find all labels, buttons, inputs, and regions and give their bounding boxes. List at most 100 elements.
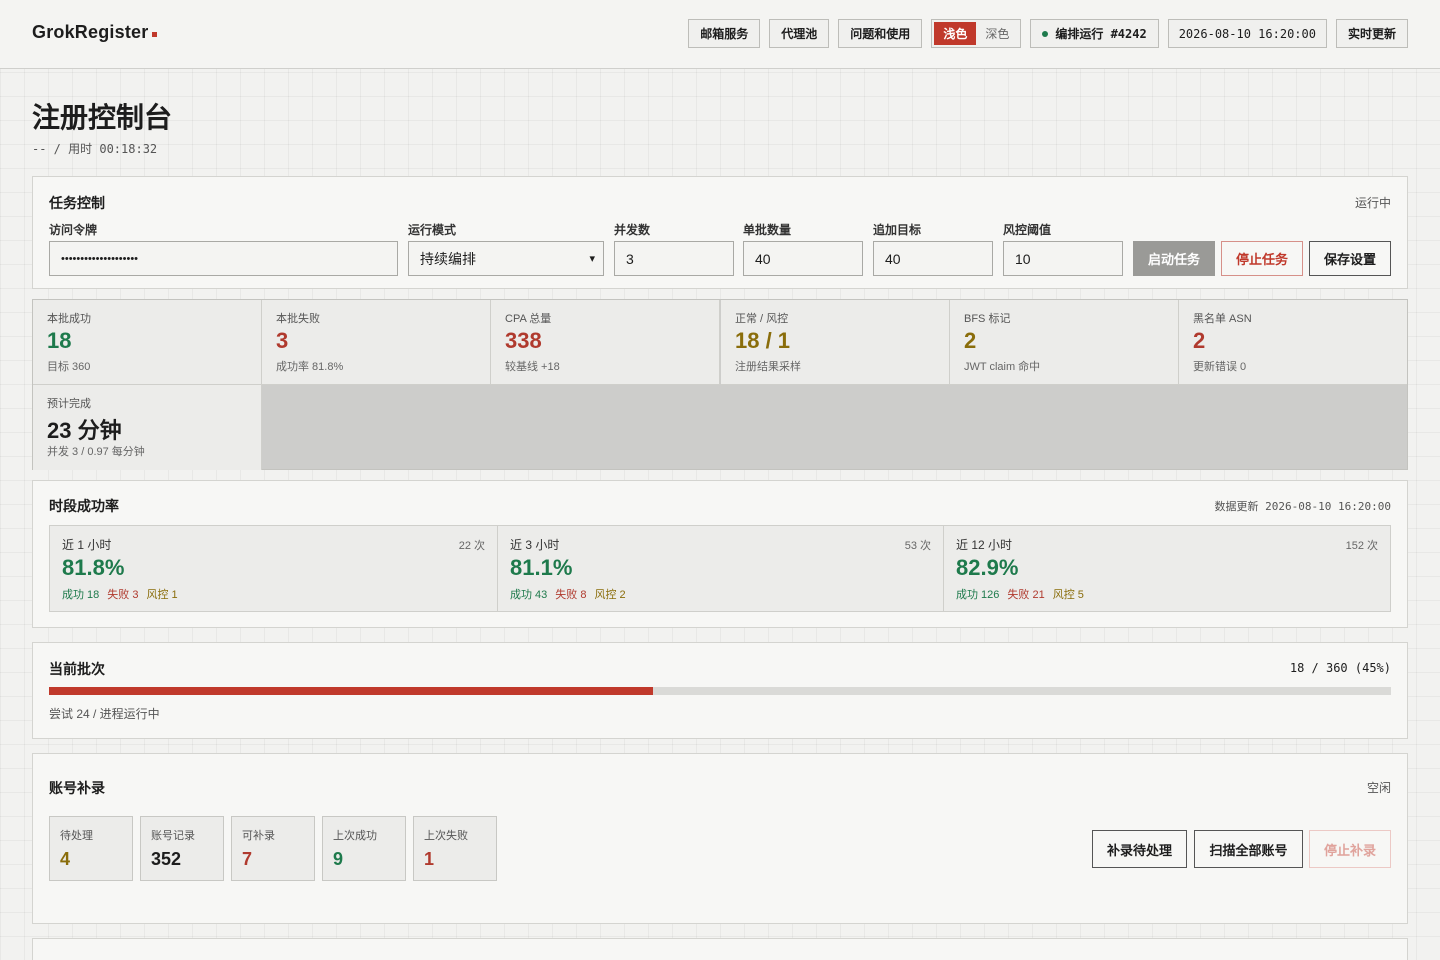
risk-threshold-input[interactable]: 10 <box>1003 241 1123 276</box>
target-input[interactable]: 40 <box>873 241 993 276</box>
period-fail: 失败 21 <box>1007 589 1045 601</box>
current-batch-title: 当前批次 <box>49 661 105 677</box>
page-subtitle: -- / 用时 00:18:32 <box>32 142 158 156</box>
period-rate: 81.1% <box>510 555 573 580</box>
stop-backfill-button[interactable]: 停止补录 <box>1309 830 1391 868</box>
period-count: 152 次 <box>1345 540 1378 552</box>
target-label: 追加目标 <box>873 223 922 237</box>
concurrency-label: 并发数 <box>614 223 651 237</box>
stat-sub: 较基线 +18 <box>505 361 560 373</box>
stat-sub: 并发 3 / 0.97 每分钟 <box>47 446 145 458</box>
acc-last-fail: 上次失败 1 <box>413 816 497 881</box>
page-title: 注册控制台 <box>32 102 173 133</box>
period-fail: 失败 8 <box>555 589 587 601</box>
account-backfill-card: 账号补录 空闲 待处理 4 账号记录 352 可补录 7 上次成功 9 上次失败… <box>32 753 1408 924</box>
acc-label: 可补录 <box>242 830 275 842</box>
period-detail: 成功 126 失败 21 风控 5 <box>956 586 1092 602</box>
stat-sub: 成功率 81.8% <box>276 361 344 373</box>
stat-value: 2 <box>1193 328 1206 353</box>
period-rate: 81.8% <box>62 555 125 580</box>
save-settings-button[interactable]: 保存设置 <box>1309 241 1391 276</box>
brand-name: GrokRegister <box>32 22 149 42</box>
acc-value: 352 <box>151 849 182 869</box>
brand-logo[interactable]: GrokRegister <box>32 22 158 43</box>
period-success-title: 时段成功率 <box>49 498 119 514</box>
batch-progress-bar <box>49 687 1391 695</box>
batch-size-input[interactable]: 40 <box>743 241 863 276</box>
task-control-card: 任务控制 运行中 访问令牌 •••••••••••••••••••• 运行模式 … <box>32 176 1408 289</box>
acc-label: 上次成功 <box>333 830 377 842</box>
period-rate: 82.9% <box>956 555 1019 580</box>
stop-task-button[interactable]: 停止任务 <box>1221 241 1303 276</box>
current-batch-card: 当前批次 18 / 360 (45%) 尝试 24 / 进程运行中 <box>32 642 1408 739</box>
stat-label: CPA 总量 <box>505 313 552 325</box>
theme-toggle: 浅色 深色 <box>931 19 1022 48</box>
stat-label: 正常 / 风控 <box>735 313 789 325</box>
acc-pending: 待处理 4 <box>49 816 133 881</box>
period-detail: 成功 43 失败 8 风控 2 <box>510 586 634 602</box>
batch-size-label: 单批数量 <box>743 223 792 237</box>
top-bar: GrokRegister 邮箱服务 代理池 问题和使用 浅色 深色 编排运行 #… <box>0 0 1440 69</box>
period-label: 近 3 小时 <box>510 538 560 552</box>
batch-note: 尝试 24 / 进程运行中 <box>49 707 160 721</box>
acc-label: 上次失败 <box>424 830 468 842</box>
next-card <box>32 938 1408 960</box>
period-fail: 失败 3 <box>107 589 139 601</box>
concurrency-input[interactable]: 3 <box>614 241 734 276</box>
chevron-down-icon: ▾ <box>589 253 595 265</box>
stat-value: 18 / 1 <box>735 328 791 353</box>
stat-cpa-total: CPA 总量 338 较基线 +18 <box>491 300 720 385</box>
scan-all-accounts-button[interactable]: 扫描全部账号 <box>1194 830 1303 868</box>
acc-label: 账号记录 <box>151 830 195 842</box>
stat-label: 黑名单 ASN <box>1193 313 1252 325</box>
stat-value: 18 <box>47 328 72 353</box>
header-timestamp: 2026-08-10 16:20:00 <box>1167 19 1327 48</box>
theme-dark-option[interactable]: 深色 <box>976 22 1018 45</box>
acc-label: 待处理 <box>60 830 93 842</box>
brand-dot-icon <box>152 32 158 37</box>
stat-blacklist-asn: 黑名单 ASN 2 更新错误 0 <box>1179 300 1407 385</box>
stat-eta: 预计完成 23 分钟 并发 3 / 0.97 每分钟 <box>33 385 262 470</box>
nav-mail-service[interactable]: 邮箱服务 <box>688 19 761 48</box>
acc-records: 账号记录 352 <box>140 816 224 881</box>
nav-issues-usage[interactable]: 问题和使用 <box>838 19 923 48</box>
backfill-pending-button[interactable]: 补录待处理 <box>1092 830 1187 868</box>
stat-bfs-flag: BFS 标记 2 JWT claim 命中 <box>950 300 1179 385</box>
acc-value: 1 <box>424 849 435 869</box>
stat-sub: 注册结果采样 <box>735 361 801 373</box>
backfill-status: 空闲 <box>1366 781 1391 795</box>
batch-progress-fill <box>49 687 653 695</box>
token-label: 访问令牌 <box>49 223 98 237</box>
acc-value: 7 <box>242 849 253 869</box>
token-input[interactable]: •••••••••••••••••••• <box>49 241 398 276</box>
period-count: 53 次 <box>904 540 931 552</box>
period-success-card: 时段成功率 数据更新 2026-08-10 16:20:00 近 1 小时 22… <box>32 480 1408 628</box>
stat-batch-fail: 本批失败 3 成功率 81.8% <box>262 300 491 385</box>
period-detail: 成功 18 失败 3 风控 1 <box>62 586 186 602</box>
stat-value: 2 <box>964 328 977 353</box>
run-status-text: 编排运行 #4242 <box>1055 27 1147 41</box>
stat-sub: 目标 360 <box>47 361 91 373</box>
live-refresh-button[interactable]: 实时更新 <box>1335 19 1408 48</box>
stat-normal-risk: 正常 / 风控 18 / 1 注册结果采样 <box>721 300 950 385</box>
task-status: 运行中 <box>1354 196 1391 210</box>
period-count: 22 次 <box>458 540 485 552</box>
period-label: 近 12 小时 <box>956 538 1013 552</box>
acc-value: 9 <box>333 849 344 869</box>
mode-select-value: 持续编排 <box>420 250 476 267</box>
stat-value: 3 <box>276 328 289 353</box>
period-12h: 近 12 小时 152 次 82.9% 成功 126 失败 21 风控 5 <box>943 525 1391 612</box>
start-task-button[interactable]: 启动任务 <box>1133 241 1215 276</box>
stat-label: 本批失败 <box>276 313 320 325</box>
period-ok: 成功 43 <box>510 589 548 601</box>
theme-light-option[interactable]: 浅色 <box>934 22 977 45</box>
nav-proxy-pool[interactable]: 代理池 <box>769 19 830 48</box>
task-control-title: 任务控制 <box>49 195 105 211</box>
stat-label: 预计完成 <box>47 398 91 410</box>
batch-progress-text: 18 / 360 (45%) <box>1289 661 1391 675</box>
period-ok: 成功 126 <box>956 589 1000 601</box>
period-risk: 风控 5 <box>1052 589 1084 601</box>
stat-label: BFS 标记 <box>964 313 1011 325</box>
mode-select[interactable]: 持续编排 ▾ <box>408 241 604 276</box>
period-risk: 风控 1 <box>146 589 178 601</box>
